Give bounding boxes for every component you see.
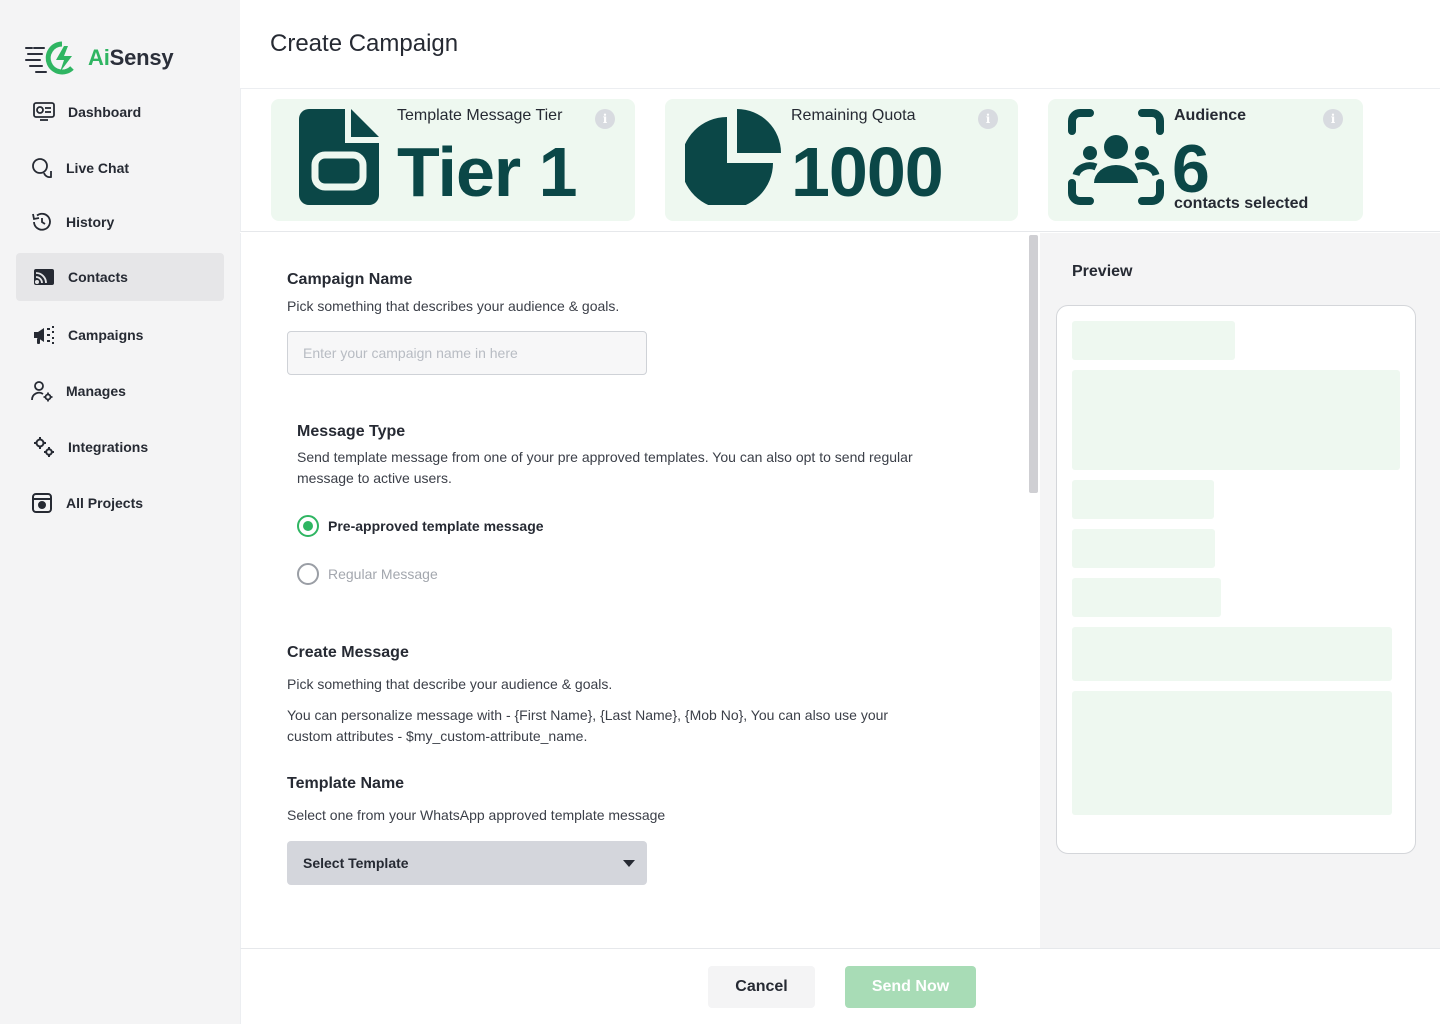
skeleton-block (1072, 691, 1392, 815)
preview-panel: Preview (1040, 233, 1440, 948)
sidebar-item-label: History (66, 214, 115, 230)
sidebar-item-dashboard[interactable]: Dashboard (16, 88, 224, 136)
history-icon (30, 210, 54, 234)
create-message-personalize-desc: You can personalize message with - {Firs… (287, 707, 889, 744)
audience-card: Audience 6 contacts selected i (1048, 99, 1363, 221)
sidebar-item-label: Integrations (68, 439, 149, 455)
sidebar-item-label: All Projects (66, 495, 144, 511)
sidebar-item-label: Dashboard (68, 104, 142, 120)
create-message-title: Create Message (287, 644, 409, 661)
radio-button-checked[interactable] (297, 515, 319, 537)
sidebar-item-manages[interactable]: Manages (16, 367, 224, 415)
audience-value: 6 (1172, 131, 1210, 207)
dashboard-icon (32, 100, 56, 124)
info-icon[interactable]: i (595, 109, 615, 129)
brand-logo[interactable]: AiSensy (24, 40, 174, 76)
campaign-name-desc: Pick something that describes your audie… (287, 298, 620, 314)
skeleton-block (1072, 370, 1400, 470)
sidebar-item-label: Campaigns (68, 327, 144, 343)
scrollbar[interactable] (1029, 235, 1038, 493)
sidebar-item-label: Manages (66, 383, 126, 399)
template-name-desc: Select one from your WhatsApp approved t… (287, 807, 666, 823)
audience-icon (1068, 109, 1164, 205)
action-footer: Cancel Send Now (240, 948, 1440, 1024)
brand-name: AiSensy (88, 45, 174, 70)
cancel-button[interactable]: Cancel (708, 966, 815, 1008)
tier-title: Template Message Tier (397, 107, 563, 124)
sidebar-item-integrations[interactable]: Integrations (16, 423, 224, 471)
contacts-icon (32, 265, 56, 289)
sidebar-item-label: Live Chat (66, 160, 130, 176)
sidebar-item-campaigns[interactable]: Campaigns (16, 311, 224, 359)
quota-card: Remaining Quota 1000 i (665, 99, 1018, 221)
radio-button-unchecked[interactable] (297, 563, 319, 585)
skeleton-block (1072, 480, 1214, 519)
radio-regular[interactable]: Regular Message (297, 563, 438, 585)
sidebar-item-all-projects[interactable]: All Projects (16, 479, 224, 527)
quota-value: 1000 (791, 133, 944, 211)
template-select[interactable]: Select Template (287, 841, 647, 885)
radio-label: Pre-approved template message (328, 518, 544, 534)
radio-pre-approved[interactable]: Pre-approved template message (297, 515, 544, 537)
sidebar-item-history[interactable]: History (16, 198, 224, 246)
sidebar-item-live-chat[interactable]: Live Chat (16, 144, 224, 192)
main-content: Create Campaign Template Message Tier Ti… (240, 0, 1440, 1024)
info-icon[interactable]: i (978, 109, 998, 129)
skeleton-block (1072, 321, 1235, 360)
sidebar-item-label: Contacts (68, 269, 128, 285)
message-type-desc: Send template message from one of your p… (297, 449, 913, 486)
logo-icon (25, 41, 74, 75)
pie-chart-icon (685, 109, 781, 205)
radio-label: Regular Message (328, 566, 438, 582)
user-gear-icon (30, 379, 54, 403)
template-name-title: Template Name (287, 775, 405, 792)
audience-title: Audience (1174, 107, 1247, 124)
sidebar: AiSensy Dashboard Live Chat History Cont… (0, 0, 240, 1024)
document-icon (299, 109, 379, 205)
campaign-name-title: Campaign Name (287, 271, 413, 288)
preview-title: Preview (1072, 263, 1133, 280)
gears-icon (32, 435, 56, 459)
template-select-label: Select Template (303, 855, 409, 871)
audience-sub: contacts selected (1174, 195, 1309, 212)
sidebar-item-contacts[interactable]: Contacts (16, 253, 224, 301)
caret-down-icon (623, 860, 635, 867)
campaign-form: Campaign Name Pick something that descri… (240, 233, 1040, 948)
preview-frame (1056, 305, 1416, 854)
campaign-name-input[interactable] (287, 331, 647, 375)
tier-value: Tier 1 (397, 133, 577, 211)
stats-bar: Template Message Tier Tier 1 i Remaining… (240, 89, 1440, 232)
skeleton-block (1072, 529, 1215, 568)
skeleton-block (1072, 627, 1392, 681)
message-type-title: Message Type (297, 423, 406, 440)
megaphone-icon (32, 323, 56, 347)
skeleton-block (1072, 578, 1221, 617)
chat-icon (30, 156, 54, 180)
info-icon[interactable]: i (1323, 109, 1343, 129)
tier-card: Template Message Tier Tier 1 i (271, 99, 635, 221)
quota-title: Remaining Quota (791, 107, 916, 124)
create-message-desc: Pick something that describe your audien… (287, 676, 613, 692)
projects-icon (30, 491, 54, 515)
page-title: Create Campaign (270, 30, 459, 57)
page-header: Create Campaign (240, 0, 1440, 89)
send-now-button[interactable]: Send Now (845, 966, 976, 1008)
